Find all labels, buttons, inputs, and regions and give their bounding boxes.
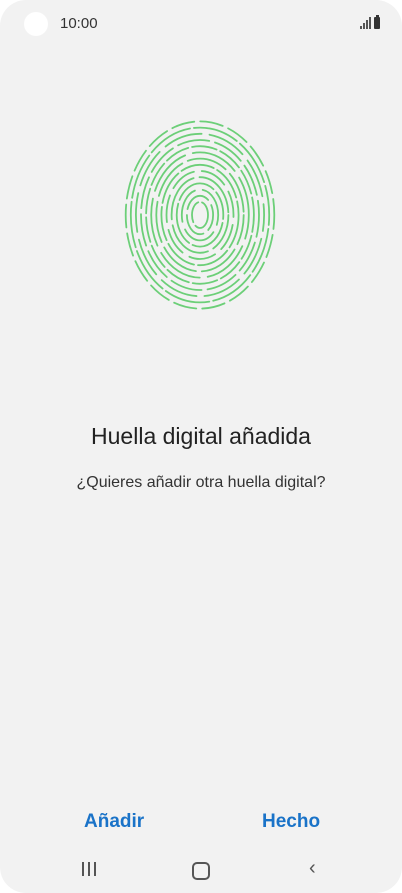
screen: 10:00 Huella digital añadida ¿Quieres añ… [0, 0, 402, 893]
fingerprint-icon [124, 120, 276, 310]
add-button[interactable]: Añadir [84, 811, 144, 833]
back-icon[interactable]: ‹ [309, 858, 316, 878]
camera-cutout [24, 12, 48, 36]
status-bar: 10:00 [0, 0, 402, 48]
page-title: Huella digital añadida [91, 423, 311, 449]
recents-icon[interactable] [82, 862, 96, 876]
status-time: 10:00 [60, 15, 98, 32]
home-icon[interactable] [192, 862, 210, 880]
battery-icon [374, 15, 380, 29]
signal-icon [360, 17, 371, 29]
page-subtitle: ¿Quieres añadir otra huella digital? [76, 474, 326, 491]
navigation-bar: ‹ [0, 852, 402, 892]
done-button[interactable]: Hecho [262, 811, 320, 833]
status-icons [360, 15, 380, 29]
